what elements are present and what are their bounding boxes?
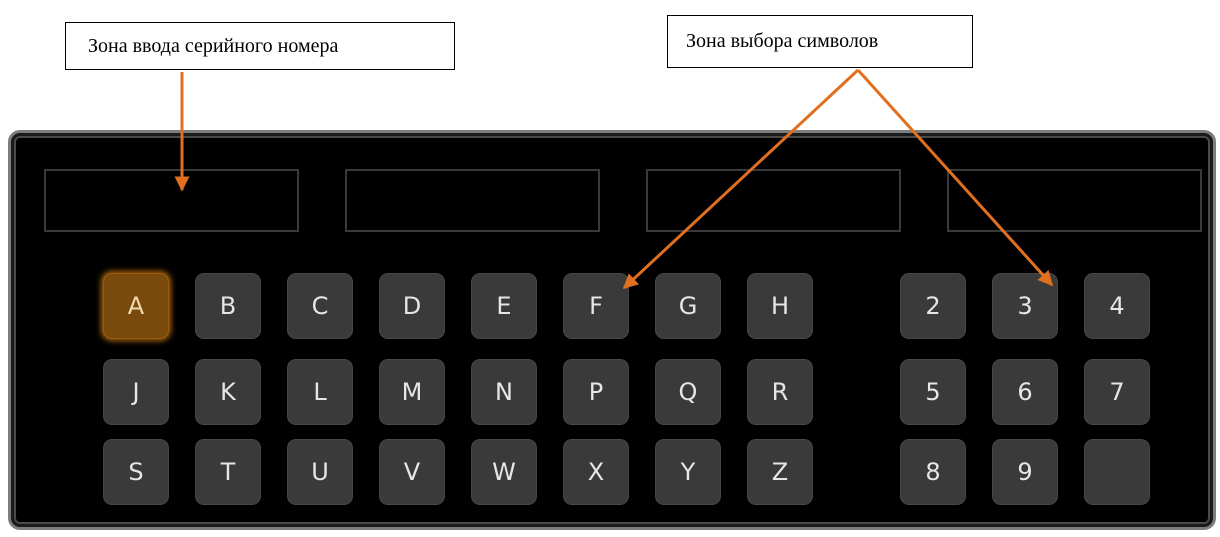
key-letter[interactable]: R xyxy=(747,359,813,425)
serial-input-zone-callout: Зона ввода серийного номера xyxy=(65,22,455,70)
symbol-select-zone-callout: Зона выбора символов xyxy=(667,15,973,68)
key-letter[interactable]: F xyxy=(563,273,629,339)
key-digit[interactable]: 6 xyxy=(992,359,1058,425)
key-letter[interactable]: B xyxy=(195,273,261,339)
key-letter[interactable]: D xyxy=(379,273,445,339)
serial-field-3[interactable] xyxy=(646,169,901,232)
key-digit[interactable]: 8 xyxy=(900,439,966,505)
key-letter[interactable]: Q xyxy=(655,359,721,425)
key-digit[interactable]: 4 xyxy=(1084,273,1150,339)
key-letter[interactable]: G xyxy=(655,273,721,339)
callout-label: Зона ввода серийного номера xyxy=(88,34,339,57)
key-digit[interactable]: 7 xyxy=(1084,359,1150,425)
key-letter[interactable]: M xyxy=(379,359,445,425)
key-letter[interactable]: K xyxy=(195,359,261,425)
key-letter[interactable]: V xyxy=(379,439,445,505)
serial-field-1[interactable] xyxy=(44,169,299,232)
key-letter[interactable]: N xyxy=(471,359,537,425)
key-digit[interactable]: 2 xyxy=(900,273,966,339)
key-digit[interactable]: 9 xyxy=(992,439,1058,505)
key-letter[interactable]: L xyxy=(287,359,353,425)
serial-field-2[interactable] xyxy=(345,169,600,232)
key-letter[interactable]: U xyxy=(287,439,353,505)
key-blank[interactable] xyxy=(1084,439,1150,505)
key-letter[interactable]: T xyxy=(195,439,261,505)
key-letter[interactable]: S xyxy=(103,439,169,505)
serial-field-4[interactable] xyxy=(947,169,1202,232)
callout-label: Зона выбора символов xyxy=(686,30,879,52)
key-letter[interactable]: J xyxy=(103,359,169,425)
serial-keyboard-panel: A B C D E F G H J K L M N P Q R S T U V … xyxy=(8,130,1216,530)
key-letter[interactable]: C xyxy=(287,273,353,339)
key-letter[interactable]: Z xyxy=(747,439,813,505)
key-letter[interactable]: H xyxy=(747,273,813,339)
key-letter[interactable]: X xyxy=(563,439,629,505)
key-digit[interactable]: 5 xyxy=(900,359,966,425)
key-letter[interactable]: Y xyxy=(655,439,721,505)
key-letter[interactable]: E xyxy=(471,273,537,339)
key-letter[interactable]: W xyxy=(471,439,537,505)
key-letter[interactable]: P xyxy=(563,359,629,425)
key-digit[interactable]: 3 xyxy=(992,273,1058,339)
key-letter[interactable]: A xyxy=(103,273,169,339)
